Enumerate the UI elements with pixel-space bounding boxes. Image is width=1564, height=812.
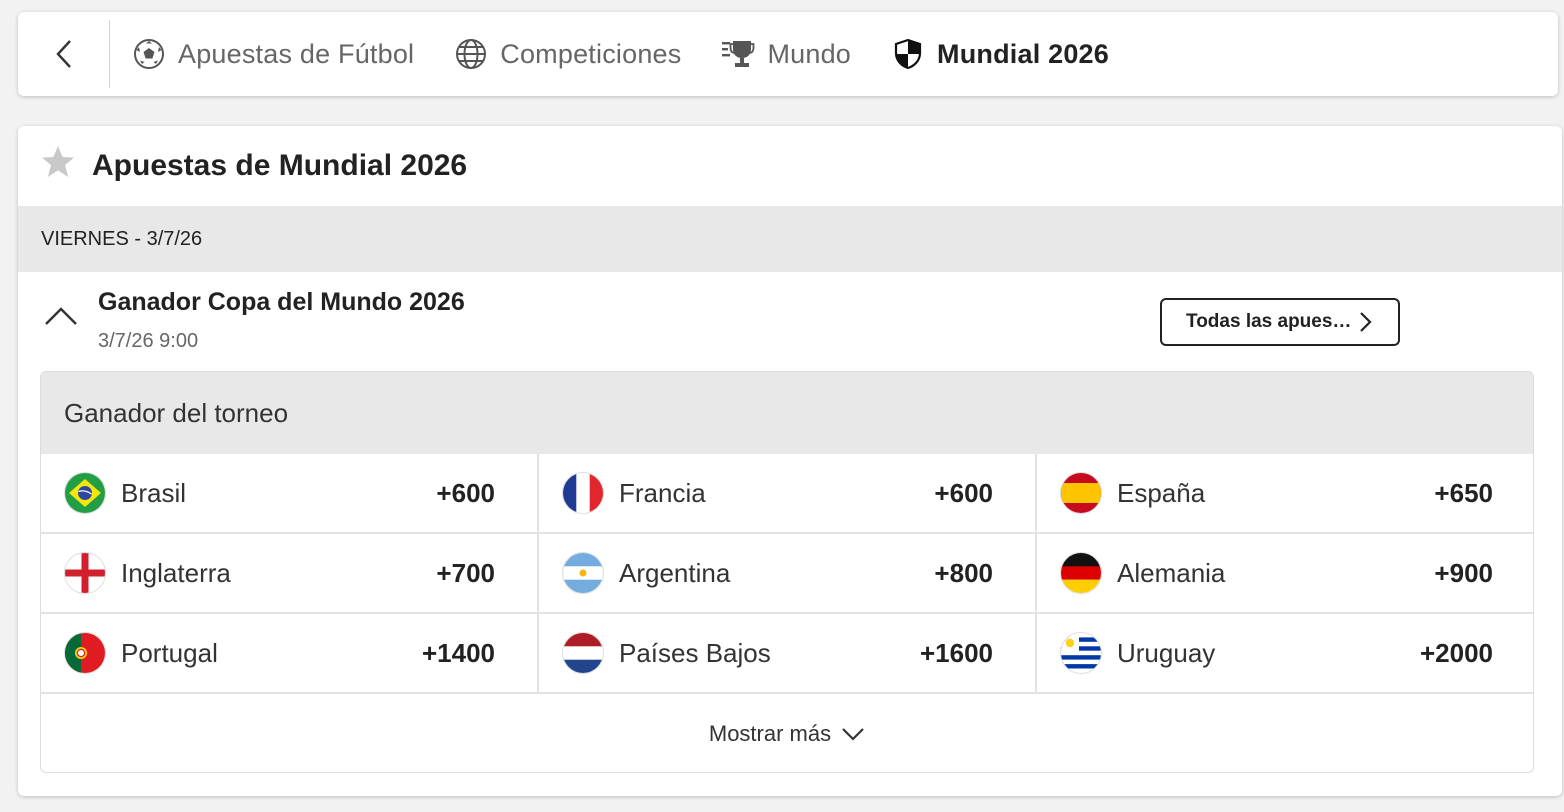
odds-value: +1400 [421,637,495,668]
market-title: Ganador del torneo [41,372,1533,454]
show-more-label: Mostrar más [708,721,832,746]
breadcrumb-futbol[interactable]: Apuestas de Fútbol [132,37,414,71]
team-name: Brasil [121,477,187,508]
market-panel: Ganador del torneo Brasil +600 Francia +… [40,371,1534,773]
odds-value: +600 [436,477,495,508]
spain-flag-icon [1060,472,1102,514]
selection-brasil[interactable]: Brasil +600 [41,454,539,534]
breadcrumb-label: Mundo [767,38,852,69]
team-name: Inglaterra [121,557,231,588]
breadcrumb-nav: Apuestas de Fútbol Competiciones Mundo M… [18,12,1558,96]
shield-icon [891,37,925,71]
odds-value: +2000 [1419,637,1493,668]
selections-grid: Brasil +600 Francia +600 España +650 Ing… [41,454,1533,694]
card-header: Apuestas de Mundial 2026 [18,126,1562,206]
all-bets-label: Todas las apues… [1186,311,1352,332]
odds-value: +1600 [919,637,993,668]
competition-card: Apuestas de Mundial 2026 VIERNES - 3/7/2… [18,126,1562,796]
breadcrumb-mundo[interactable]: Mundo [721,37,851,71]
team-name: Portugal [121,637,218,668]
event-title: Ganador Copa del Mundo 2026 [98,288,465,316]
trophy-icon [721,37,755,71]
globe-icon [454,37,488,71]
event-row: Ganador Copa del Mundo 2026 3/7/26 9:00 … [18,272,1562,370]
show-more-button[interactable]: Mostrar más [41,694,1533,772]
odds-value: +650 [1434,477,1493,508]
argentina-flag-icon [562,552,604,594]
selection-alemania[interactable]: Alemania +900 [1037,534,1533,614]
selection-uruguay[interactable]: Uruguay +2000 [1037,614,1533,694]
star-icon[interactable] [40,144,76,180]
date-header: VIERNES - 3/7/26 [18,206,1562,272]
team-name: Uruguay [1117,637,1216,668]
back-button[interactable] [18,20,110,88]
all-bets-button[interactable]: Todas las apues… [1160,298,1400,346]
team-name: Alemania [1117,557,1226,588]
soccer-ball-icon [132,37,166,71]
event-time: 3/7/26 9:00 [98,330,199,352]
chevron-right-icon [1360,312,1372,332]
breadcrumb-label: Competiciones [500,38,682,69]
selection-francia[interactable]: Francia +600 [539,454,1037,534]
breadcrumb-competiciones[interactable]: Competiciones [454,37,681,71]
team-name: Países Bajos [619,637,771,668]
odds-value: +800 [934,557,993,588]
selection-argentina[interactable]: Argentina +800 [539,534,1037,614]
team-name: España [1117,477,1206,508]
odds-value: +600 [934,477,993,508]
uruguay-flag-icon [1060,632,1102,674]
selection-paises-bajos[interactable]: Países Bajos +1600 [539,614,1037,694]
chevron-left-icon [55,40,71,68]
page-title: Apuestas de Mundial 2026 [92,149,468,182]
breadcrumb-mundial-2026[interactable]: Mundial 2026 [891,37,1109,71]
brazil-flag-icon [64,472,106,514]
netherlands-flag-icon [562,632,604,674]
odds-value: +700 [436,557,495,588]
selection-inglaterra[interactable]: Inglaterra +700 [41,534,539,614]
selection-espana[interactable]: España +650 [1037,454,1533,534]
germany-flag-icon [1060,552,1102,594]
breadcrumb-label: Apuestas de Fútbol [178,38,415,69]
team-name: Argentina [619,557,731,588]
odds-value: +900 [1434,557,1493,588]
chevron-down-icon [842,728,864,741]
chevron-up-icon[interactable] [44,302,78,328]
selection-portugal[interactable]: Portugal +1400 [41,614,539,694]
england-flag-icon [64,552,106,594]
team-name: Francia [619,477,706,508]
breadcrumb-label: Mundial 2026 [937,38,1109,69]
france-flag-icon [562,472,604,514]
portugal-flag-icon [64,632,106,674]
